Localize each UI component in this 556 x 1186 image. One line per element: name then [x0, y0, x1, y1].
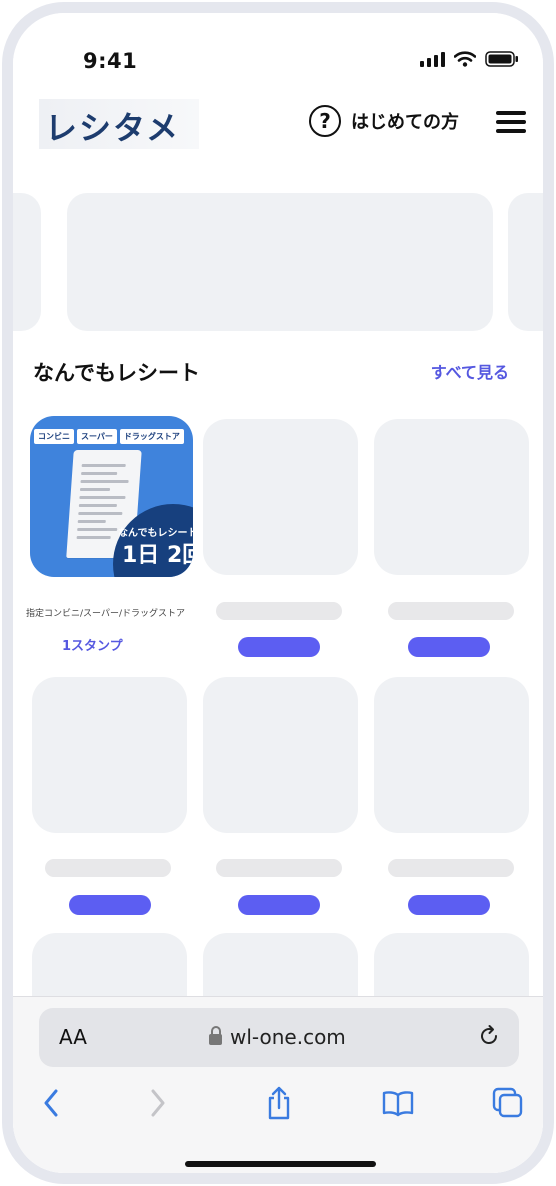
status-time: 9:41 — [83, 49, 138, 73]
text-size-button[interactable]: AA — [59, 1025, 87, 1049]
text-skeleton — [45, 859, 171, 877]
stamp-skeleton — [238, 637, 320, 657]
forward-icon[interactable] — [140, 1085, 176, 1121]
text-skeleton — [388, 859, 514, 877]
address-bar[interactable]: AA wl-one.com — [39, 1008, 519, 1067]
hamburger-menu-icon[interactable] — [496, 111, 526, 133]
stamp-skeleton — [408, 637, 490, 657]
tag: ドラッグストア — [119, 429, 184, 444]
stamp-skeleton — [238, 895, 320, 915]
carousel-slide-next[interactable] — [508, 193, 543, 331]
question-circle-icon: ? — [309, 105, 341, 137]
battery-icon — [485, 51, 518, 67]
badge-title: 1日 2回 — [122, 543, 193, 568]
help-label: はじめての方 — [351, 112, 459, 133]
lock-icon — [209, 1025, 222, 1047]
text-skeleton — [216, 602, 342, 620]
tag: スーパー — [77, 429, 117, 444]
stamp-skeleton — [69, 895, 151, 915]
screen: 9:41 レシタメ ? はじめての方 なんでもレシート すべて見る コンビニ ス… — [13, 13, 543, 1173]
tag: コンビニ — [34, 429, 74, 444]
carousel-slide-current[interactable] — [67, 193, 493, 331]
section-title: なんでもレシート — [33, 361, 200, 385]
tag-list: コンビニ スーパー ドラッグストア — [34, 429, 184, 444]
share-icon[interactable] — [261, 1085, 297, 1121]
card-placeholder[interactable] — [374, 677, 529, 833]
phone-frame: 9:41 レシタメ ? はじめての方 なんでもレシート すべて見る コンビニ ス… — [2, 2, 554, 1184]
card-placeholder[interactable] — [32, 677, 187, 833]
url-text: wl-one.com — [230, 1025, 346, 1049]
signal-icon — [420, 51, 445, 67]
status-icons — [420, 51, 519, 67]
url-display: wl-one.com — [209, 1025, 346, 1049]
card-placeholder[interactable] — [203, 677, 358, 833]
tabs-icon[interactable] — [490, 1085, 526, 1121]
stamp-skeleton — [408, 895, 490, 915]
home-indicator[interactable] — [185, 1161, 376, 1167]
card-label: 指定コンビニ/スーパー/ドラッグストア — [26, 609, 185, 619]
bookmarks-icon[interactable] — [380, 1085, 416, 1121]
card-placeholder[interactable] — [203, 419, 358, 575]
card-stamp: 1スタンプ — [62, 639, 123, 654]
help-link[interactable]: ? はじめての方 — [309, 105, 459, 137]
text-skeleton — [388, 602, 514, 620]
browser-toolbar: AA wl-one.com — [13, 996, 543, 1173]
carousel-slide-prev[interactable] — [13, 193, 41, 331]
reload-icon[interactable] — [477, 1024, 501, 1048]
see-all-link[interactable]: すべて見る — [431, 359, 509, 383]
featured-card-image[interactable]: コンビニ スーパー ドラッグストア なんでもレシート 1日 2回 — [30, 416, 193, 577]
card-placeholder[interactable] — [374, 419, 529, 575]
wifi-icon — [454, 51, 476, 67]
logo[interactable]: レシタメ — [45, 103, 180, 149]
back-icon[interactable] — [33, 1085, 69, 1121]
text-skeleton — [216, 859, 342, 877]
